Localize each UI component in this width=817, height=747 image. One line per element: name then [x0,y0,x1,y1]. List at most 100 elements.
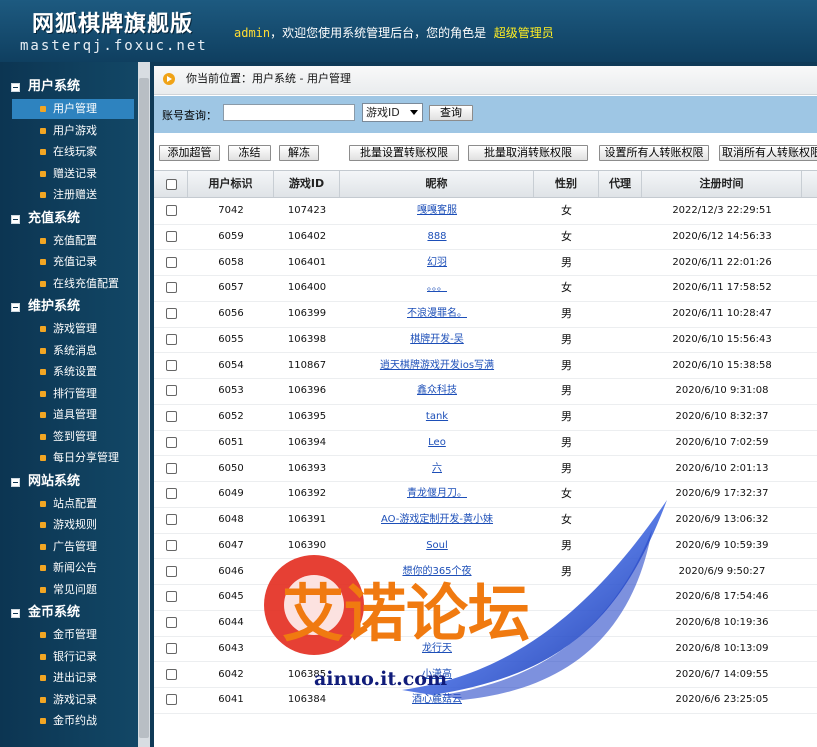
table-row: 6048 106391 AO-游戏定制开发-黄小妹 女 2020/6/9 13:06:3… [154,507,817,534]
sidebar-item[interactable]: 充值配置 [12,231,134,251]
sidebar-item-label: 游戏管理 [53,322,97,335]
row-checkbox[interactable] [166,488,177,500]
sidebar-item[interactable]: 常见问题 [12,580,134,600]
row-checkbox[interactable] [166,256,177,268]
table-row: 6058 106401 幻羽 男 2020/6/11 22:01:26 [154,250,817,277]
nickname-link[interactable]: 888 [340,224,534,249]
sidebar-item[interactable]: 在线玩家 [12,142,134,162]
nickname-link[interactable]: 想你的365个夜 [340,559,534,584]
sidebar-item[interactable]: 赠送记录 [12,164,134,184]
nickname-link[interactable]: 龙行天 [340,636,534,661]
sidebar-item[interactable]: 新闻公告 [12,558,134,578]
nickname-link[interactable]: 六 [340,456,534,481]
row-checkbox[interactable] [166,617,177,628]
sidebar-item[interactable]: 用户游戏 [12,121,134,141]
toolbar-button[interactable]: 添加超管 [159,145,220,161]
row-checkbox[interactable] [166,230,177,242]
bullet-arrow-icon [40,369,46,375]
nickname-link[interactable]: 酒心麓菇云 [340,687,534,712]
sidebar-item[interactable]: 进出记录 [12,668,134,688]
sidebar-item[interactable]: 充值记录 [12,252,134,272]
sidebar-item[interactable]: 金币约战 [12,711,134,731]
search-bar: 账号查询： 游戏ID 查询 [154,96,817,133]
column-header[interactable]: 代理 [599,171,642,197]
row-checkbox[interactable] [166,539,177,551]
column-header[interactable]: 游戏ID [274,171,340,197]
nickname-link[interactable]: AO-游戏定制开发-黄小妹 [340,507,534,532]
nickname-link[interactable]: 逍天棋牌游戏开发ios写满 [340,353,534,378]
sidebar-group-title[interactable]: 充值系统 [11,209,80,229]
nickname-link[interactable]: 小潇高 [340,662,534,687]
row-checkbox[interactable] [166,436,177,448]
sidebar-scroll-thumb[interactable] [139,78,149,738]
nickname-link[interactable]: 不浪漫罪名。 [340,301,534,326]
nickname-link[interactable]: Soul [340,533,534,558]
row-checkbox[interactable] [166,282,177,294]
sidebar-item[interactable]: 排行管理 [12,384,134,404]
nickname-link[interactable]: Leo [340,430,534,455]
bullet-arrow-icon [40,433,46,440]
row-checkbox[interactable] [166,462,177,474]
sidebar-item[interactable]: 游戏记录 [12,690,134,710]
row-checkbox[interactable] [166,385,177,397]
sidebar-item[interactable]: 每日分享管理 [12,448,134,468]
select-all-checkbox[interactable] [166,179,177,190]
sidebar-item-label: 赠送记录 [53,166,97,180]
sidebar-item[interactable]: 道具管理 [12,405,134,425]
nickname-link[interactable]: 棋牌开发-吴 [340,327,534,352]
row-checkbox[interactable] [166,308,177,319]
toolbar-button[interactable]: 批量设置转账权限 [349,145,459,161]
row-checkbox[interactable] [166,642,177,654]
sidebar-group-title[interactable]: 用户系统 [11,77,80,97]
sidebar-item[interactable]: 游戏规则 [12,515,134,535]
row-checkbox[interactable] [166,694,177,706]
row-checkbox[interactable] [166,514,177,525]
toolbar-button[interactable]: 设置所有人转账权限 [599,145,709,161]
sidebar-item[interactable]: 用户管理 [12,99,134,119]
column-header[interactable]: 注册时间 [642,171,802,197]
search-type-select[interactable]: 游戏ID [362,103,423,122]
sidebar-item[interactable]: 游戏管理 [12,319,134,339]
column-header[interactable]: 性别 [534,171,599,197]
nickname-link[interactable]: 。。。 [340,275,534,300]
toolbar-button[interactable]: 冻结 [228,145,271,161]
nickname-link[interactable] [340,584,534,609]
sidebar-group-title[interactable]: 维护系统 [11,297,80,317]
table-cell-sex: 女 [561,513,572,526]
row-checkbox[interactable] [166,591,177,603]
row-checkbox[interactable] [166,565,177,577]
sidebar-item[interactable]: 金币管理 [12,625,134,645]
sidebar-item[interactable]: 系统设置 [12,362,134,382]
toolbar-button[interactable]: 解冻 [279,145,319,161]
sidebar-item[interactable]: 签到管理 [12,427,134,447]
account-search-input[interactable] [223,104,355,121]
row-checkbox[interactable] [166,359,177,371]
sidebar-item[interactable]: 系统消息 [12,341,134,361]
toolbar-button[interactable]: 取消所有人转账权限 [719,145,817,161]
toolbar-button[interactable]: 批量取消转账权限 [468,145,588,161]
sidebar-item[interactable]: 站点配置 [12,494,134,514]
sidebar-group-title[interactable]: 网站系统 [11,472,80,492]
nickname-link[interactable]: 嘎嘎客服 [340,198,534,223]
table-cell-agent [599,687,642,712]
sidebar-item[interactable]: 银行记录 [12,647,134,667]
row-checkbox[interactable] [166,668,177,680]
nickname-link[interactable] [340,610,534,635]
nickname-link[interactable]: 幻羽 [340,250,534,275]
table-cell-gid [274,584,340,609]
row-checkbox[interactable] [166,205,177,216]
nickname-link[interactable]: 青龙偃月刀。 [340,481,534,506]
sidebar-item[interactable]: 广告管理 [12,537,134,557]
row-checkbox[interactable] [166,333,177,345]
header: 网狐棋牌旗舰版 masterqj.foxuc.net admin，欢迎您使用系统… [0,0,817,62]
search-button[interactable]: 查询 [429,105,473,121]
table-cell-sex: 男 [561,538,572,552]
sidebar-item[interactable]: 在线充值配置 [12,274,134,294]
column-header[interactable]: 用户标识 [188,171,274,197]
nickname-link[interactable]: 鑫众科技 [340,378,534,403]
sidebar-item[interactable]: 注册赠送 [12,185,134,205]
sidebar-group-title[interactable]: 金币系统 [11,603,80,623]
row-checkbox[interactable] [166,411,177,422]
nickname-link[interactable]: tank [340,404,534,429]
column-header[interactable]: 昵称 [340,171,534,197]
